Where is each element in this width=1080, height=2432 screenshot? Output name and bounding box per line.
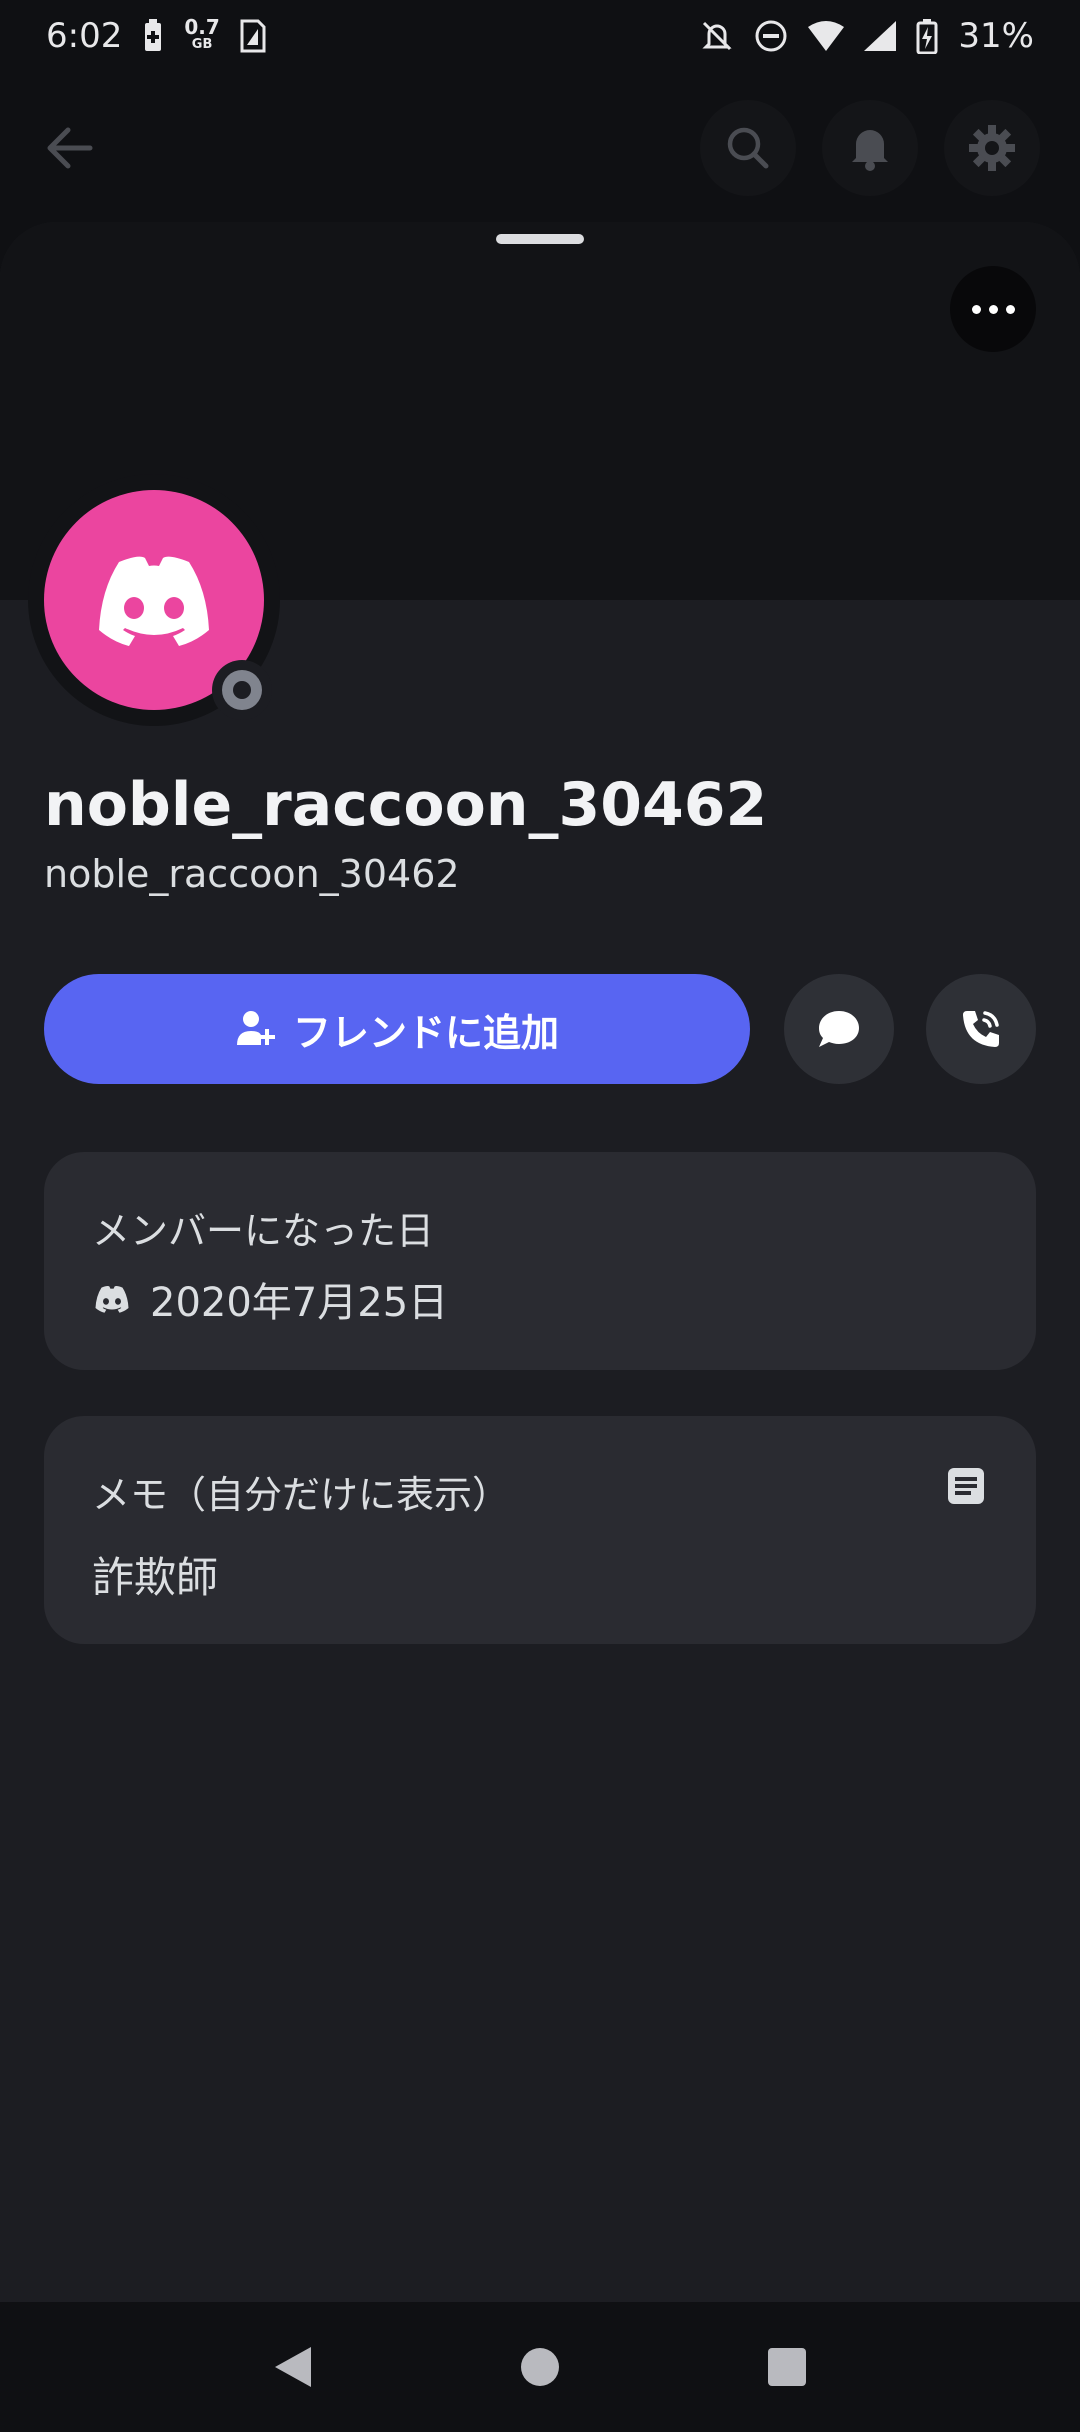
status-time: 6:02 bbox=[46, 16, 123, 56]
more-dots-icon bbox=[971, 304, 981, 314]
search-button[interactable] bbox=[700, 100, 796, 196]
phone-call-icon bbox=[963, 1011, 999, 1047]
data-usage-value: 0.7 bbox=[184, 15, 220, 39]
back-arrow-icon[interactable] bbox=[40, 118, 100, 178]
voice-call-button[interactable] bbox=[926, 974, 1036, 1084]
data-usage-indicator: 0.7 GB bbox=[184, 15, 220, 54]
add-friend-icon bbox=[236, 1011, 275, 1045]
gear-icon bbox=[969, 125, 1015, 171]
bell-icon bbox=[852, 130, 888, 171]
member-since-date: 2020年7月25日 bbox=[150, 1280, 449, 1326]
data-usage-unit: GB bbox=[191, 37, 213, 52]
discord-logo-icon bbox=[99, 556, 209, 646]
battery-percent: 31% bbox=[958, 16, 1034, 56]
search-icon bbox=[727, 127, 769, 169]
more-options-button[interactable] bbox=[950, 266, 1036, 352]
top-bar-actions bbox=[700, 100, 1040, 196]
do-not-disturb-icon bbox=[755, 20, 787, 52]
system-nav-bar bbox=[0, 2302, 1080, 2432]
member-since-row: 2020年7月25日 bbox=[92, 1270, 448, 1328]
battery-charging-icon bbox=[916, 19, 938, 54]
nav-home-icon[interactable] bbox=[518, 2345, 562, 2389]
cellular-signal-icon bbox=[864, 21, 897, 51]
member-since-title: メンバーになった日 bbox=[92, 1209, 435, 1253]
discord-logo-icon bbox=[95, 1286, 129, 1313]
note-card[interactable]: メモ（自分だけに表示） 詐欺師 bbox=[44, 1416, 1036, 1644]
notifications-off-icon bbox=[702, 21, 733, 51]
status-right: 31% bbox=[700, 16, 1034, 56]
nav-recents-icon[interactable] bbox=[765, 2345, 809, 2389]
sim-card-icon bbox=[240, 19, 266, 53]
nav-back-icon[interactable] bbox=[271, 2343, 315, 2391]
battery-saver-icon bbox=[145, 19, 162, 51]
chat-bubble-icon bbox=[819, 1011, 859, 1047]
wifi-icon bbox=[808, 21, 845, 51]
notifications-button[interactable] bbox=[822, 100, 918, 196]
sheet-drag-handle[interactable] bbox=[496, 234, 584, 244]
note-title: メモ（自分だけに表示） bbox=[92, 1473, 511, 1517]
profile-sheet: noble_raccoon_30462 noble_raccoon_30462 … bbox=[0, 222, 1080, 2302]
note-value[interactable]: 詐欺師 bbox=[92, 1544, 218, 1605]
status-bar: 6:02 0.7 GB 31% bbox=[0, 0, 1080, 72]
settings-button[interactable] bbox=[944, 100, 1040, 196]
message-button[interactable] bbox=[784, 974, 894, 1084]
top-app-bar bbox=[0, 88, 1080, 208]
status-indicator bbox=[212, 660, 272, 720]
note-icon bbox=[948, 1468, 984, 1504]
username: noble_raccoon_30462 bbox=[44, 852, 460, 896]
add-friend-button[interactable]: フレンドに追加 bbox=[44, 974, 750, 1084]
display-name: noble_raccoon_30462 bbox=[44, 770, 768, 840]
member-since-card: メンバーになった日 2020年7月25日 bbox=[44, 1152, 1036, 1370]
status-left: 6:02 0.7 GB bbox=[46, 16, 266, 56]
add-friend-label: フレンドに追加 bbox=[292, 1010, 559, 1055]
